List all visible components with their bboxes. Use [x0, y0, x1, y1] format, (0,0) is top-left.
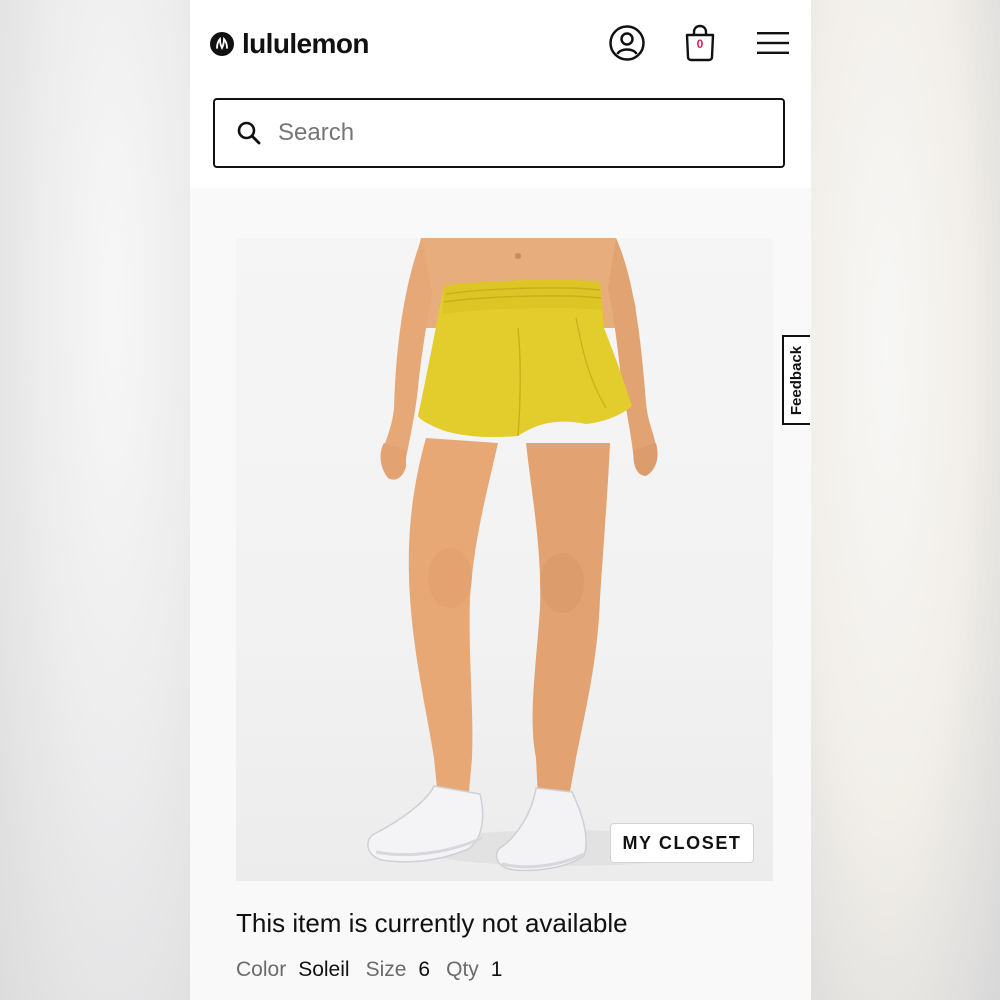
user-circle-icon [609, 25, 645, 61]
size-label: Size [365, 958, 407, 981]
product-photo [367, 238, 716, 872]
cart-count-badge: 0 [696, 37, 704, 51]
blurred-background-right [811, 0, 1000, 1000]
product-details: Color Soleil Size 6 Qty 1 [236, 958, 506, 982]
product-image-card[interactable]: MY CLOSET [236, 238, 773, 881]
lululemon-logo-icon [210, 32, 234, 56]
my-closet-button[interactable]: MY CLOSET [610, 823, 754, 863]
search-bar[interactable] [213, 98, 785, 168]
feedback-tab[interactable]: Feedback [782, 335, 810, 425]
hamburger-menu-icon [757, 32, 789, 54]
account-button[interactable] [606, 22, 648, 64]
qty-value: 1 [490, 958, 503, 981]
qty-label: Qty [446, 958, 479, 981]
color-label: Color [236, 958, 287, 981]
brand-logo[interactable]: lululemon [210, 28, 369, 60]
search-icon [237, 121, 261, 145]
blurred-background-left [0, 0, 190, 1000]
cart-button[interactable]: 0 [679, 22, 721, 64]
site-header: lululemon 0 [190, 0, 811, 188]
menu-button[interactable] [752, 22, 794, 64]
color-value: Soleil [298, 958, 350, 981]
availability-message: This item is currently not available [236, 908, 628, 938]
mobile-page: lululemon 0 Search MY CLOSET This item i… [190, 0, 811, 1000]
size-value: 6 [418, 958, 431, 981]
search-input[interactable] [276, 118, 740, 148]
feedback-label: Feedback [788, 345, 806, 415]
product-section: MY CLOSET This item is currently not ava… [190, 188, 811, 1000]
brand-name: lululemon [242, 28, 369, 59]
